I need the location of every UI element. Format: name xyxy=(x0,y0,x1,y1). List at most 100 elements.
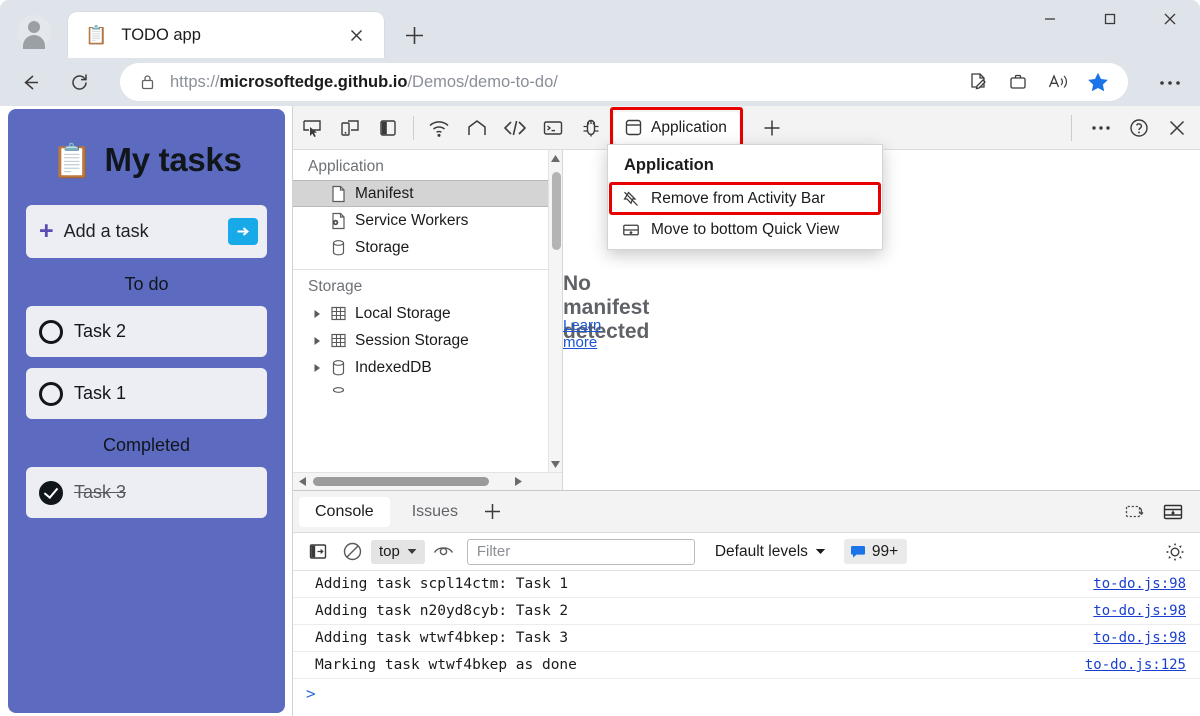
tree-item-label: Manifest xyxy=(355,184,414,202)
add-task-input-row[interactable]: + Add a task xyxy=(26,205,267,258)
console-filter-input[interactable]: Filter xyxy=(466,538,695,565)
toggle-panel-icon[interactable] xyxy=(369,111,407,145)
inspect-element-icon[interactable] xyxy=(293,111,331,145)
task-checkbox-icon[interactable] xyxy=(39,319,63,344)
tree-item-manifest[interactable]: Manifest xyxy=(293,180,548,207)
reload-button[interactable] xyxy=(60,63,98,101)
scroll-down-arrow-icon[interactable] xyxy=(549,456,562,472)
more-options-icon[interactable] xyxy=(1082,111,1120,145)
close-devtools-icon[interactable] xyxy=(1158,111,1196,145)
tree-item-partial-clipped[interactable] xyxy=(293,381,548,408)
chevron-down-icon xyxy=(815,548,826,555)
tree-item-label: Service Workers xyxy=(355,211,469,229)
close-tab-icon[interactable] xyxy=(342,21,370,49)
annotate-page-icon[interactable] xyxy=(958,66,998,98)
add-panel-button[interactable] xyxy=(753,111,791,145)
task-item[interactable]: Task 2 xyxy=(26,306,267,357)
clear-console-icon[interactable] xyxy=(335,537,369,567)
browser-tab[interactable]: 📋 TODO app xyxy=(68,12,384,58)
chevron-right-icon[interactable] xyxy=(308,363,326,373)
debugger-bug-icon[interactable] xyxy=(572,111,610,145)
url-text: https://microsoftedge.github.io/Demos/de… xyxy=(170,72,558,91)
scroll-right-arrow-icon[interactable] xyxy=(509,476,527,487)
console-message-row[interactable]: Adding task n20yd8cyb: Task 2 to-do.js:9… xyxy=(293,598,1200,625)
device-emulation-icon[interactable] xyxy=(331,111,369,145)
task-item[interactable]: Task 1 xyxy=(26,368,267,419)
devtools-activity-bar: Application Application Remove from Acti… xyxy=(293,106,1200,250)
favorites-star-icon[interactable] xyxy=(1078,66,1118,98)
back-button[interactable] xyxy=(11,63,49,101)
tree-item-storage[interactable]: Storage xyxy=(293,234,548,261)
console-message-row[interactable]: Adding task scpl14ctm: Task 1 to-do.js:9… xyxy=(293,571,1200,598)
url-bar[interactable]: https://microsoftedge.github.io/Demos/de… xyxy=(120,63,1128,101)
console-message-source-link[interactable]: to-do.js:98 xyxy=(1093,576,1186,592)
console-terminal-icon[interactable] xyxy=(534,111,572,145)
console-message-text: Adding task wtwf4bkep: Task 3 xyxy=(315,630,569,646)
horizontal-scroll-thumb[interactable] xyxy=(313,477,489,486)
tab-issues[interactable]: Issues xyxy=(396,497,474,527)
console-message-source-link[interactable]: to-do.js:98 xyxy=(1093,630,1186,646)
browser-settings-more-button[interactable] xyxy=(1148,68,1192,98)
window-controls xyxy=(1020,0,1200,38)
page-title: My tasks xyxy=(104,141,242,178)
browser-window: 📋 TODO app https://microsoftedge.github.… xyxy=(0,0,1200,716)
console-prompt[interactable]: > xyxy=(293,679,1200,707)
chevron-right-icon[interactable] xyxy=(308,309,326,319)
console-message-row[interactable]: Adding task wtwf4bkep: Task 3 to-do.js:9… xyxy=(293,625,1200,652)
table-grid-icon xyxy=(326,332,350,349)
tree-item-service-workers[interactable]: Service Workers xyxy=(293,207,548,234)
clipboard-icon: 📋 xyxy=(51,141,93,179)
chevron-right-icon[interactable] xyxy=(308,336,326,346)
scroll-up-arrow-icon[interactable] xyxy=(549,150,562,166)
tab-application[interactable]: Application xyxy=(610,106,743,149)
network-icon[interactable] xyxy=(420,111,458,145)
service-worker-icon xyxy=(326,212,350,230)
console-message-row[interactable]: Marking task wtwf4bkep as done to-do.js:… xyxy=(293,652,1200,679)
tree-item-indexeddb[interactable]: IndexedDB xyxy=(293,354,548,381)
read-aloud-icon[interactable] xyxy=(1038,66,1078,98)
menu-item-label: Move to bottom Quick View xyxy=(651,220,840,238)
section-label-completed: Completed xyxy=(102,435,191,455)
dock-to-bottom-icon[interactable] xyxy=(1154,495,1192,529)
avatar xyxy=(17,15,51,49)
scroll-left-arrow-icon[interactable] xyxy=(293,476,311,487)
add-drawer-tab-button[interactable] xyxy=(474,495,512,529)
task-checkbox-checked-icon[interactable] xyxy=(39,480,63,505)
close-window-button[interactable] xyxy=(1140,0,1200,38)
menu-item-move-to-bottom-quick-view[interactable]: Move to bottom Quick View xyxy=(608,214,882,245)
live-expression-eye-icon[interactable] xyxy=(427,537,461,567)
task-label: Task 1 xyxy=(74,383,127,403)
elements-icon[interactable] xyxy=(496,111,534,145)
new-tab-button[interactable] xyxy=(396,18,432,52)
welcome-home-icon[interactable] xyxy=(458,111,496,145)
tree-item-local-storage[interactable]: Local Storage xyxy=(293,300,548,327)
unpin-icon xyxy=(622,190,640,208)
console-context-selector[interactable]: top xyxy=(371,539,425,564)
tree-group-label-application: Application xyxy=(308,158,384,175)
sidebar-horizontal-scrollbar[interactable] xyxy=(293,472,562,490)
console-message-source-link[interactable]: to-do.js:125 xyxy=(1085,657,1186,673)
menu-item-remove-from-activity-bar[interactable]: Remove from Activity Bar xyxy=(608,182,882,215)
collections-icon[interactable] xyxy=(998,66,1038,98)
add-task-submit-button[interactable] xyxy=(228,218,258,245)
console-message-source-link[interactable]: to-do.js:98 xyxy=(1093,603,1186,619)
sidebar-vertical-scrollbar[interactable] xyxy=(548,150,562,472)
console-sidebar-icon[interactable] xyxy=(301,537,335,567)
help-question-icon[interactable] xyxy=(1120,111,1158,145)
minimize-button[interactable] xyxy=(1020,0,1080,38)
console-message-count-badge[interactable]: 99+ xyxy=(843,539,908,564)
tab-console[interactable]: Console xyxy=(299,496,390,527)
task-item[interactable]: Task 3 xyxy=(26,467,267,518)
profile-button[interactable] xyxy=(14,12,54,52)
restore-drawer-icon[interactable] xyxy=(1116,495,1154,529)
console-log-levels-dropdown[interactable]: Default levels xyxy=(715,543,826,561)
tree-item-session-storage[interactable]: Session Storage xyxy=(293,327,548,354)
gear-icon[interactable] xyxy=(1160,537,1190,567)
vertical-scroll-thumb[interactable] xyxy=(552,172,561,250)
console-toolbar: top Filter Default levels 99+ xyxy=(293,533,1200,571)
add-task-input[interactable]: Add a task xyxy=(64,221,228,242)
maximize-button[interactable] xyxy=(1080,0,1140,38)
devtools-toolbar-right xyxy=(1071,111,1196,145)
section-label-todo: To do xyxy=(124,274,169,294)
task-checkbox-icon[interactable] xyxy=(39,381,63,406)
